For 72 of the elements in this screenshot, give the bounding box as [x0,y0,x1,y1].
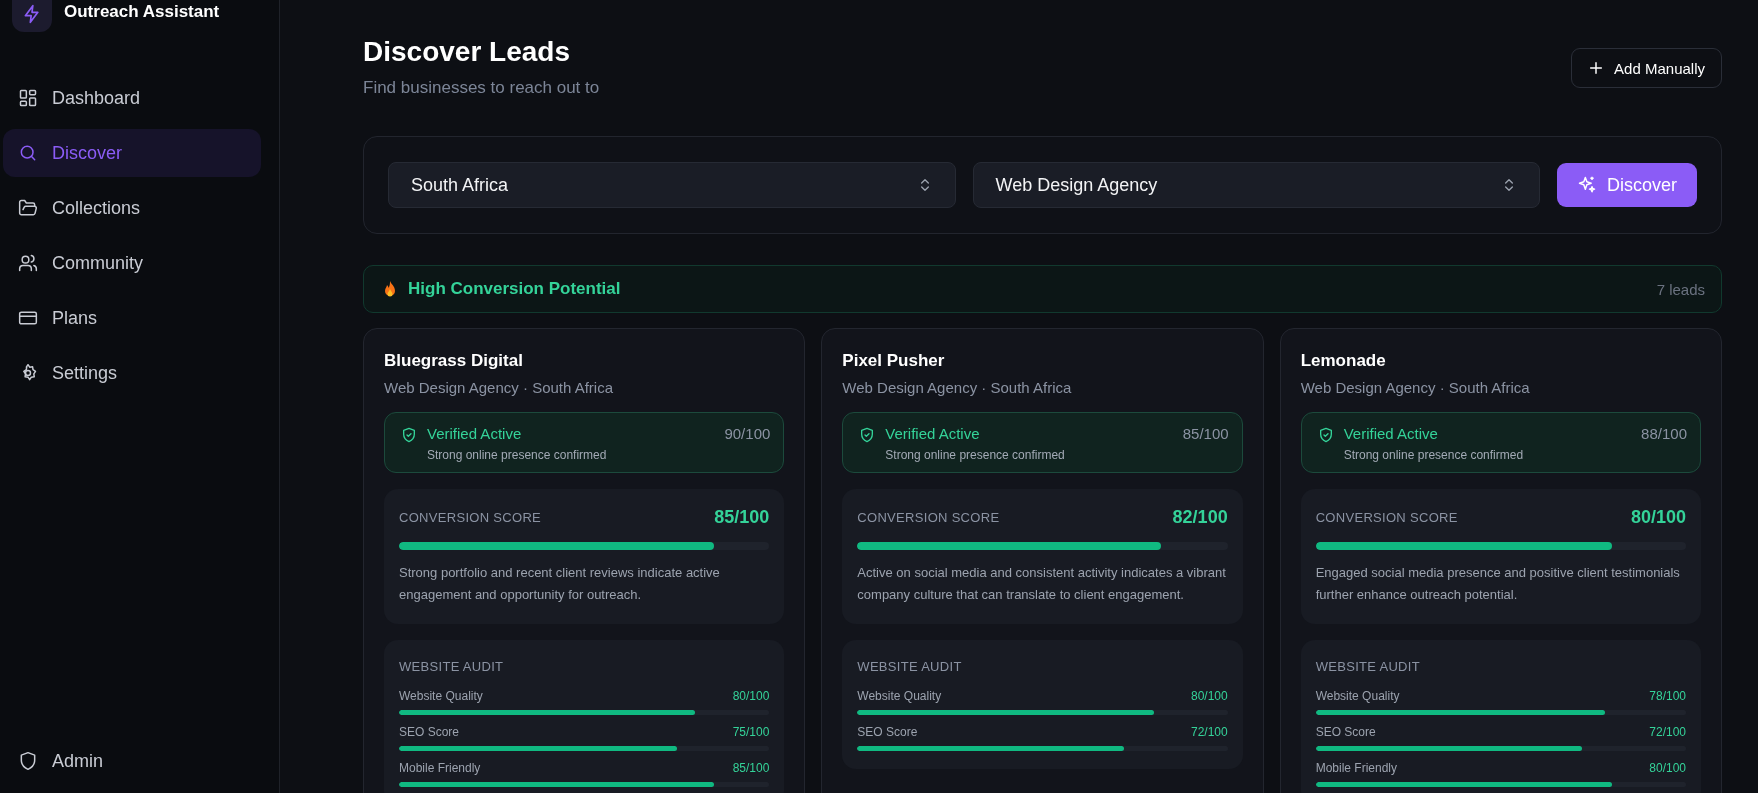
conversion-summary: Active on social media and consistent activity indicates a vibrant company culture that can translate to client engagement. [857,564,1227,604]
shield-check-icon [1317,427,1334,443]
audit-label: WEBSITE AUDIT [399,659,504,674]
industry-select[interactable]: Web Design Agency [972,162,1540,208]
nav-item[interactable]: Discover [3,129,261,177]
metric-label: SEO Score [399,725,460,739]
lead-meta: Web Design Agency · South Africa [1300,379,1531,396]
credit-card-icon [18,308,38,328]
metric-label: Mobile Friendly [399,761,481,775]
lead-name: Lemonade [1300,351,1387,371]
audit-label: WEBSITE AUDIT [1315,659,1420,674]
page-subtitle: Find businesses to reach out to [363,78,600,98]
metric-label: Website Quality [1315,689,1400,703]
metric-label: Website Quality [399,689,483,703]
lead-meta: Web Design Agency · South Africa [384,379,614,396]
conversion-score: 82/100 [1172,507,1228,528]
verification-score: 85/100 [1182,425,1229,442]
country-select[interactable]: South Africa [388,162,956,208]
metric-score: 78/100 [1649,689,1686,703]
metric-label: Mobile Friendly [1315,761,1398,775]
verification-status: Verified Active [427,425,523,442]
plus-icon [1588,60,1605,76]
shield-icon [18,751,38,771]
metric-label: SEO Score [1315,725,1376,739]
nav-item[interactable]: Settings [3,349,261,397]
audit-label: WEBSITE AUDIT [857,659,962,674]
shield-check-icon [859,427,876,443]
section-title: High Conversion Potential [408,279,621,299]
conversion-summary: Engaged social media presence and positive client testimonials further enhance outreach potential. [1315,564,1681,604]
lead-count: 7 leads [1656,280,1705,298]
users-icon [18,253,38,273]
metric-score: 80/100 [1190,689,1228,703]
verification-note: Strong online presence confirmed [1343,448,1524,462]
metric-score: 72/100 [1649,725,1686,739]
verification-score: 88/100 [1641,425,1687,442]
verification-score: 90/100 [724,425,771,442]
discover-button[interactable]: Discover [1557,163,1697,207]
flame-icon [382,280,398,298]
metric-score: 85/100 [732,761,770,775]
app-name: Outreach Assistant [64,1,220,22]
page-title: Discover Leads [363,36,571,68]
nav-item[interactable]: Collections [3,184,261,232]
conversion-score: 85/100 [714,507,770,528]
lead-meta: Web Design Agency · South Africa [842,379,1073,396]
lead-name: Bluegrass Digital [384,351,524,371]
metric-score: 75/100 [732,725,770,739]
verification-status: Verified Active [885,425,981,442]
metric-label: Website Quality [857,689,942,703]
verification-note: Strong online presence confirmed [427,448,607,462]
conversion-label: CONVERSION SCORE [857,510,1000,525]
nav-item[interactable]: Admin [3,737,261,785]
lead-name: Pixel Pusher [842,351,946,371]
folder-icon [18,198,38,218]
conversion-label: CONVERSION SCORE [399,510,542,525]
verification-note: Strong online presence confirmed [885,448,1065,462]
nav-item[interactable]: Plans [3,294,261,342]
add-manually-button[interactable]: Add Manually [1571,48,1722,88]
dashboard-icon [18,88,38,108]
conversion-label: CONVERSION SCORE [1315,510,1458,525]
metric-label: SEO Score [857,725,918,739]
nav-item[interactable]: Community [3,239,261,287]
nav-item[interactable]: Dashboard [3,74,261,122]
conversion-summary: Strong portfolio and recent client reviews indicate active engagement and opportunity for outreach. [399,564,721,604]
conversion-score: 80/100 [1630,507,1686,528]
shield-check-icon [401,427,417,443]
sparkles-icon [1577,175,1597,195]
verification-status: Verified Active [1343,425,1439,442]
search-icon [18,143,38,163]
lightning-icon [22,4,42,24]
metric-score: 80/100 [732,689,770,703]
metric-score: 72/100 [1190,725,1228,739]
metric-score: 80/100 [1649,761,1686,775]
